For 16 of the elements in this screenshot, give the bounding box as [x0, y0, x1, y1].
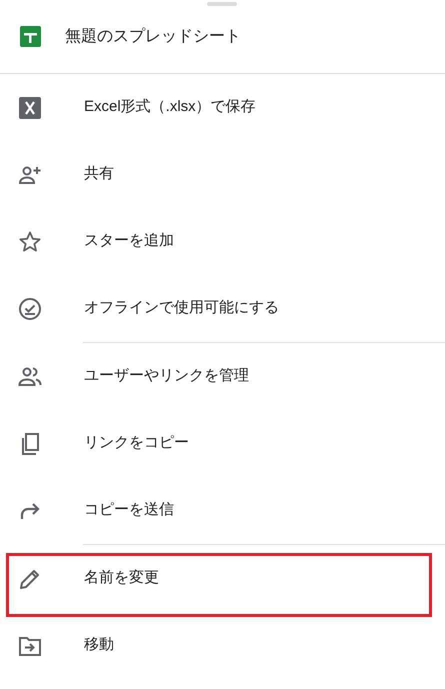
- check-circle-icon: [18, 296, 42, 320]
- spreadsheet-icon: [20, 26, 41, 47]
- menu-item[interactable]: リンクをコピー: [0, 410, 445, 477]
- star-icon: [18, 230, 42, 254]
- document-title: 無題のスプレッドシート: [65, 26, 241, 46]
- menu-item[interactable]: Excel形式（.xlsx）で保存: [0, 74, 445, 141]
- people-icon: [18, 364, 42, 388]
- menu-item[interactable]: 共有: [0, 141, 445, 208]
- drag-handle[interactable]: [207, 2, 237, 6]
- excel-icon: [18, 96, 42, 120]
- menu-item[interactable]: オフラインで使用可能にする: [0, 275, 445, 342]
- menu-item[interactable]: 移動: [0, 612, 445, 679]
- menu-item[interactable]: コピーを送信: [0, 477, 445, 544]
- menu-item[interactable]: スターを追加: [0, 208, 445, 275]
- menu-item[interactable]: ユーザーやリンクを管理: [0, 343, 445, 410]
- menu-item[interactable]: 名前を変更: [0, 545, 445, 612]
